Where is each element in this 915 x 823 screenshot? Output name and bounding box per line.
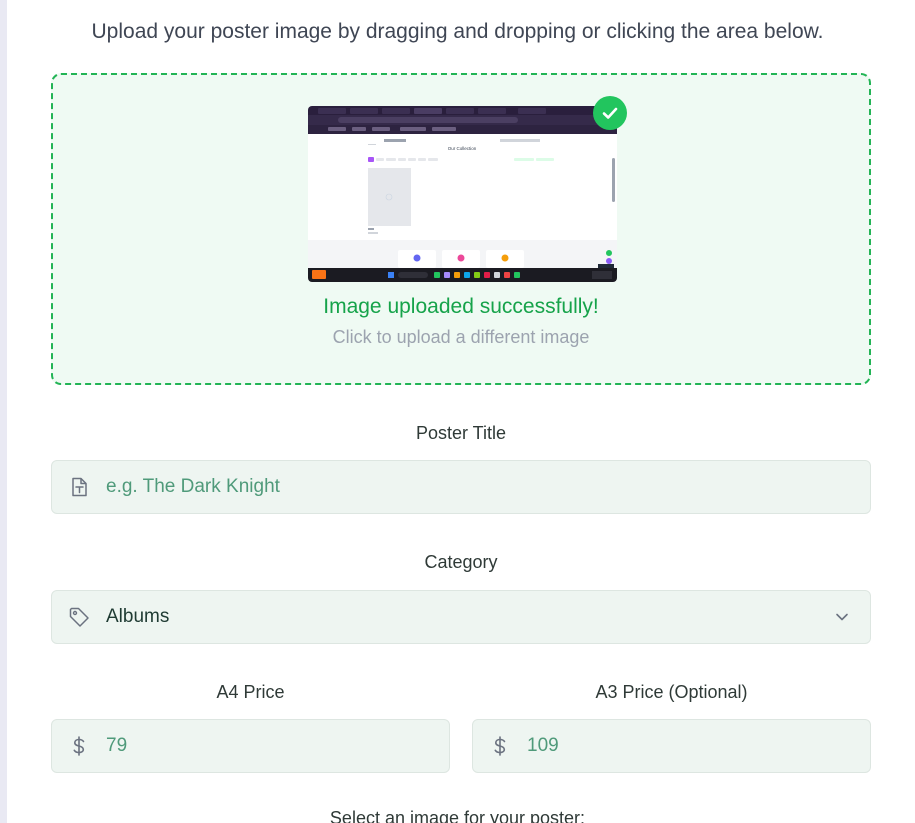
a4-price-label: A4 Price bbox=[216, 682, 285, 702]
image-dropzone[interactable]: Our Collection Image uploaded successful… bbox=[51, 73, 871, 385]
upload-success-message: Image uploaded successfully! bbox=[323, 295, 599, 318]
a3-price-input[interactable] bbox=[527, 735, 827, 757]
image-select-label: Select an image for your poster: bbox=[329, 808, 586, 823]
uploaded-image-preview: Our Collection bbox=[308, 106, 617, 282]
upload-success-badge bbox=[593, 96, 627, 130]
poster-title-label: Poster Title bbox=[415, 423, 507, 443]
dollar-icon bbox=[489, 735, 511, 757]
category-selected-value: Albums bbox=[106, 606, 170, 627]
category-select[interactable]: Albums bbox=[51, 590, 871, 644]
check-icon bbox=[602, 107, 618, 119]
a4-price-field[interactable] bbox=[51, 719, 450, 773]
left-edge-strip bbox=[0, 0, 7, 823]
a4-price-input[interactable] bbox=[106, 735, 406, 757]
tag-icon bbox=[68, 606, 90, 628]
a3-price-label: A3 Price (Optional) bbox=[595, 682, 748, 702]
dollar-icon bbox=[68, 735, 90, 757]
text-document-icon bbox=[68, 476, 90, 498]
poster-title-field[interactable] bbox=[51, 460, 871, 514]
upload-instructions: Upload your poster image by dragging and… bbox=[91, 20, 824, 43]
reupload-hint: Click to upload a different image bbox=[332, 327, 590, 347]
preview-heading: Our Collection bbox=[448, 146, 477, 151]
category-label: Category bbox=[424, 552, 498, 572]
chevron-down-icon bbox=[836, 613, 848, 621]
a3-price-field[interactable] bbox=[472, 719, 871, 773]
poster-title-input[interactable] bbox=[106, 476, 706, 498]
